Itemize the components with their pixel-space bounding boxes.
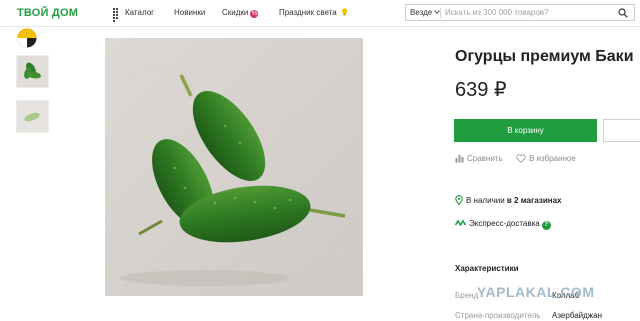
help-icon[interactable]: ?	[541, 221, 551, 230]
site-logo[interactable]: ТВОЙ ДОМ	[17, 7, 78, 19]
characteristic-key: Бренд	[455, 291, 479, 300]
product-main-image[interactable]	[105, 38, 363, 296]
search-scope-select[interactable]: Везде	[410, 8, 441, 17]
nav-catalog[interactable]: Каталог	[113, 8, 155, 22]
grid-icon	[113, 8, 121, 22]
favorite-button[interactable]: В избранное	[516, 154, 576, 163]
express-delivery-icon	[454, 219, 467, 227]
lightbulb-icon	[341, 8, 348, 16]
characteristic-key: Страна-производитель	[455, 311, 541, 320]
thumbnail-cucumber-single[interactable]	[16, 100, 49, 133]
nav-sale[interactable]: Скидки%	[222, 8, 259, 18]
top-header: ТВОЙ ДОМ Каталог Новинки Скидки% Праздни…	[0, 0, 640, 27]
nav-holiday-label: Праздник света	[279, 8, 337, 17]
stock-prefix: В наличии	[466, 196, 505, 205]
nav-new[interactable]: Новинки	[174, 8, 205, 17]
thumbnail-cucumbers[interactable]	[16, 55, 49, 88]
nav-catalog-label: Каталог	[125, 8, 155, 17]
characteristics-title: Характеристики	[455, 264, 519, 273]
stock-count: в 2 магазинах	[506, 196, 562, 205]
watermark: YAPLAKAL.COM	[477, 284, 595, 300]
characteristic-row-country: Страна-производитель Азербайджан	[455, 311, 640, 320]
search-scope-label: Везде	[410, 8, 433, 17]
nav-holiday[interactable]: Праздник света	[279, 8, 348, 17]
compare-icon	[455, 155, 464, 163]
search-icon[interactable]	[618, 8, 628, 18]
product-price: 639 ₽	[455, 79, 507, 101]
compare-label: Сравнить	[467, 154, 503, 163]
brand-thumbnail-icon[interactable]	[17, 28, 37, 48]
favorite-label: В избранное	[529, 154, 576, 163]
characteristic-value: Азербайджан	[552, 311, 603, 320]
express-label: Экспресс-доставка	[469, 219, 540, 228]
search-input[interactable]	[445, 6, 615, 19]
location-pin-icon	[455, 195, 463, 206]
product-title: Огурцы премиум Баки	[455, 48, 634, 65]
search-bar: Везде	[405, 4, 635, 21]
search-divider	[440, 8, 441, 18]
compare-button[interactable]: Сравнить	[455, 154, 503, 163]
sale-badge-icon: %	[250, 10, 259, 18]
stock-status[interactable]: В наличии в 2 магазинах	[455, 195, 562, 206]
cucumber-single-thumbnail-image	[17, 101, 48, 132]
cucumbers-thumbnail-image	[17, 56, 48, 87]
express-delivery: Экспресс-доставка?	[454, 219, 551, 230]
add-to-cart-button[interactable]: В корзину	[454, 119, 597, 142]
heart-icon	[516, 154, 526, 163]
nav-sale-label: Скидки	[222, 8, 249, 17]
quantity-stepper[interactable]	[603, 119, 640, 142]
